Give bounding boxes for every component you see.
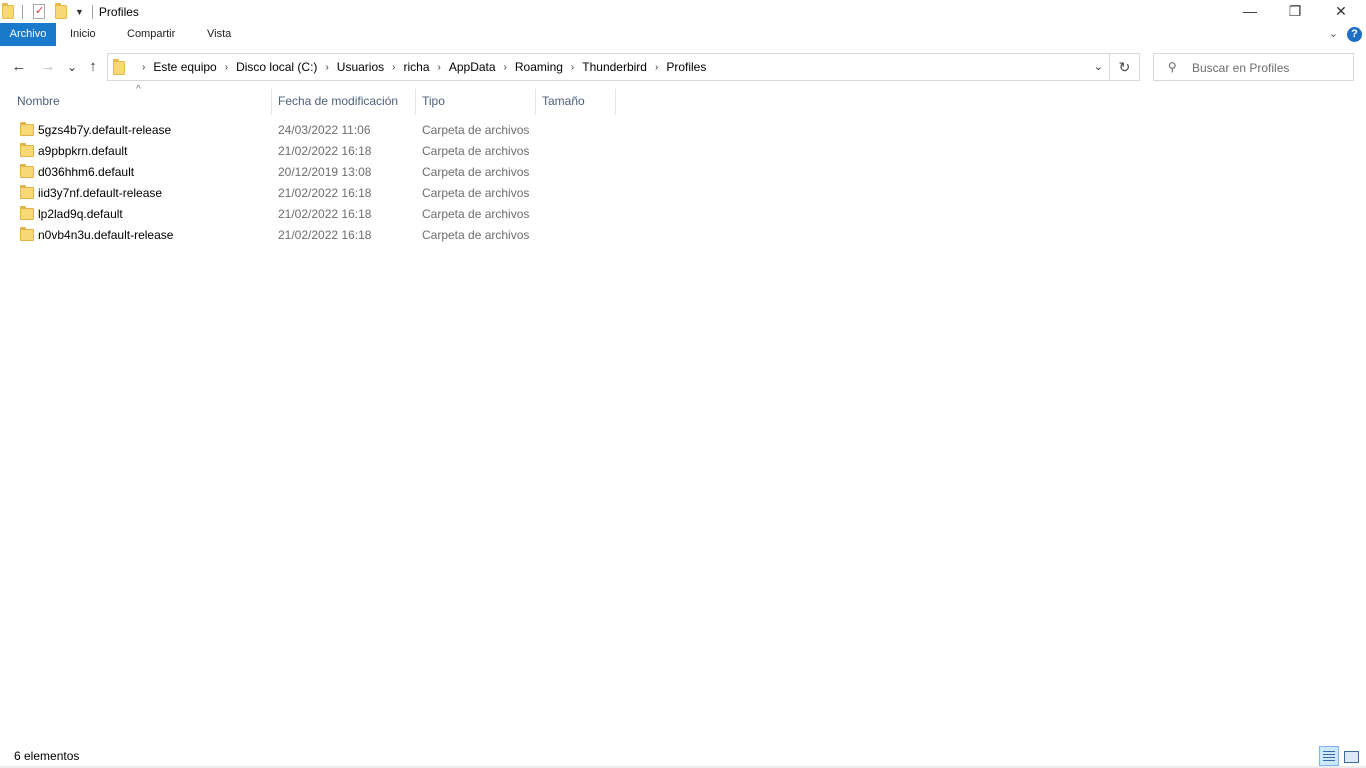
folder-icon — [20, 143, 34, 157]
window-title: Profiles — [98, 4, 139, 19]
item-type: Carpeta de archivos — [422, 186, 530, 200]
item-name[interactable]: lp2lad9q.default — [38, 207, 123, 221]
list-item[interactable]: lp2lad9q.default 21/02/2022 16:18 Carpet… — [12, 204, 612, 225]
search-icon: ⚲ — [1168, 60, 1177, 74]
breadcrumb-este-equipo[interactable]: Este equipo — [153, 60, 216, 74]
list-item[interactable]: a9pbpkrn.default 21/02/2022 16:18 Carpet… — [12, 141, 612, 162]
location-folder-icon — [113, 59, 125, 75]
refresh-button[interactable]: ↻ — [1110, 53, 1140, 81]
recent-locations-chevron-icon[interactable]: ⌄ — [62, 56, 82, 78]
details-view-icon[interactable] — [1319, 746, 1339, 766]
breadcrumb-disco-local[interactable]: Disco local (C:) — [236, 60, 317, 74]
item-name[interactable]: 5gzs4b7y.default-release — [38, 123, 171, 137]
folder-icon — [20, 185, 34, 199]
help-icon[interactable]: ? — [1347, 27, 1362, 42]
search-input[interactable] — [1192, 59, 1347, 76]
forward-button[interactable]: → — [38, 56, 58, 78]
breadcrumb-usuarios[interactable]: Usuarios — [337, 60, 384, 74]
breadcrumb: › Este equipo › Disco local (C:) › Usuar… — [134, 54, 706, 80]
status-bar: 6 elementos — [0, 745, 1366, 768]
customize-toolbar-chevron-icon[interactable]: ▼ — [75, 7, 84, 17]
up-button[interactable]: ↑ — [83, 56, 103, 78]
list-item[interactable]: iid3y7nf.default-release 21/02/2022 16:1… — [12, 183, 612, 204]
divider — [22, 4, 23, 19]
chevron-right-icon[interactable]: › — [438, 62, 441, 73]
breadcrumb-profiles[interactable]: Profiles — [666, 60, 706, 74]
item-name[interactable]: n0vb4n3u.default-release — [38, 228, 173, 242]
item-type: Carpeta de archivos — [422, 207, 530, 221]
restore-button[interactable]: ❐ — [1272, 0, 1318, 23]
ribbon-tabs: Archivo Inicio Compartir Vista ⌄ ? — [0, 23, 1366, 46]
column-header-tamano[interactable]: Tamaño — [536, 89, 616, 115]
properties-icon[interactable] — [33, 4, 45, 19]
column-header-nombre[interactable]: Nombre — [11, 89, 272, 115]
new-folder-icon[interactable] — [55, 2, 67, 19]
tab-compartir[interactable]: Compartir — [127, 23, 175, 46]
item-type: Carpeta de archivos — [422, 165, 530, 179]
chevron-right-icon[interactable]: › — [504, 62, 507, 73]
expand-ribbon-chevron-icon[interactable]: ⌄ — [1329, 27, 1338, 40]
chevron-right-icon[interactable]: › — [142, 62, 145, 73]
item-modified: 21/02/2022 16:18 — [278, 228, 372, 242]
close-button[interactable]: ✕ — [1318, 0, 1364, 23]
item-type: Carpeta de archivos — [422, 123, 530, 137]
item-name[interactable]: iid3y7nf.default-release — [38, 186, 162, 200]
folder-icon — [20, 164, 34, 178]
back-button[interactable]: ← — [9, 56, 29, 78]
divider — [91, 4, 93, 19]
chevron-right-icon[interactable]: › — [225, 62, 228, 73]
address-history-chevron-icon[interactable]: ⌄ — [1094, 60, 1103, 73]
search-box[interactable]: ⚲ — [1153, 53, 1354, 81]
quick-access-toolbar: ▼ Profiles — [0, 0, 139, 23]
item-type: Carpeta de archivos — [422, 144, 530, 158]
item-modified: 21/02/2022 16:18 — [278, 144, 372, 158]
chevron-right-icon[interactable]: › — [325, 62, 328, 73]
chevron-right-icon[interactable]: › — [571, 62, 574, 73]
folder-icon — [2, 2, 14, 19]
minimize-button[interactable]: — — [1227, 0, 1273, 23]
breadcrumb-thunderbird[interactable]: Thunderbird — [582, 60, 647, 74]
item-modified: 24/03/2022 11:06 — [278, 123, 371, 137]
column-header-fecha[interactable]: Fecha de modificación — [272, 89, 416, 115]
folder-icon — [20, 206, 34, 220]
breadcrumb-roaming[interactable]: Roaming — [515, 60, 563, 74]
folder-icon — [20, 122, 34, 136]
title-bar: ▼ Profiles — ❐ ✕ — [0, 0, 1366, 23]
folder-icon — [20, 227, 34, 241]
item-modified: 21/02/2022 16:18 — [278, 186, 372, 200]
tab-archivo[interactable]: Archivo — [0, 23, 56, 46]
list-item[interactable]: 5gzs4b7y.default-release 24/03/2022 11:0… — [12, 120, 612, 141]
item-modified: 20/12/2019 13:08 — [278, 165, 372, 179]
breadcrumb-appdata[interactable]: AppData — [449, 60, 496, 74]
column-header-tipo[interactable]: Tipo — [416, 89, 536, 115]
item-type: Carpeta de archivos — [422, 228, 530, 242]
tab-inicio[interactable]: Inicio — [70, 23, 96, 46]
list-item[interactable]: n0vb4n3u.default-release 21/02/2022 16:1… — [12, 225, 612, 246]
tab-vista[interactable]: Vista — [207, 23, 231, 46]
item-name[interactable]: a9pbpkrn.default — [38, 144, 127, 158]
column-headers: ^ Nombre Fecha de modificación Tipo Tama… — [0, 84, 1366, 115]
item-name[interactable]: d036hhm6.default — [38, 165, 134, 179]
address-bar[interactable]: › Este equipo › Disco local (C:) › Usuar… — [107, 53, 1110, 81]
list-item[interactable]: d036hhm6.default 20/12/2019 13:08 Carpet… — [12, 162, 612, 183]
item-count: 6 elementos — [14, 749, 80, 763]
chevron-right-icon[interactable]: › — [655, 62, 658, 73]
chevron-right-icon[interactable]: › — [392, 62, 395, 73]
large-icons-view-icon[interactable] — [1343, 748, 1359, 764]
item-modified: 21/02/2022 16:18 — [278, 207, 372, 221]
breadcrumb-richa[interactable]: richa — [403, 60, 429, 74]
